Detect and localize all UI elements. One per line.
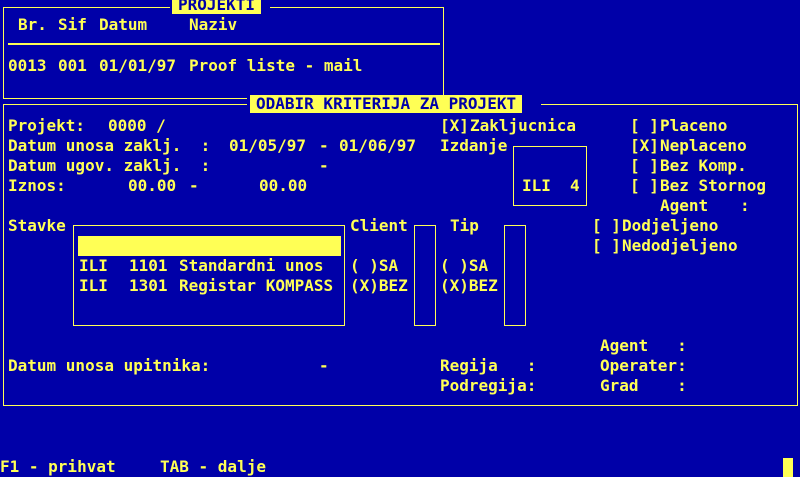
bez-stornog-label: Bez Stornog: [660, 176, 766, 195]
datum-ugov-dash: -: [319, 156, 329, 175]
iznos-label: Iznos:: [8, 176, 66, 195]
dodjeljeno-label: Dodjeljeno: [622, 216, 719, 235]
criteria-panel-title: ODABIR KRITERIJA ZA PROJEKT: [250, 95, 523, 113]
izdanje-value: 4: [570, 176, 580, 195]
bez-komp-label: Bez Komp.: [660, 156, 747, 175]
row-br: 0013: [8, 56, 47, 75]
iznos-to-field[interactable]: 00.00: [259, 176, 307, 196]
datum-upitnika-dash: -: [319, 356, 329, 375]
izdanje-mode: ILI: [522, 176, 551, 195]
dodjeljeno-mark: [ ]: [592, 216, 621, 235]
iznos-dash: -: [189, 176, 199, 195]
datum-unosa-to-field[interactable]: 01/06/97: [339, 136, 416, 156]
header-underline: [8, 43, 440, 45]
row-naziv: Proof liste - mail: [189, 56, 363, 75]
stavka-mode: ILI: [79, 256, 108, 275]
nedodjeljeno-mark: [ ]: [592, 236, 621, 255]
column-header-br: Br.: [18, 15, 47, 34]
tip-list[interactable]: [504, 225, 526, 326]
stavka-code: 1101: [129, 256, 168, 275]
projects-panel-title: PROJEKTI: [172, 0, 262, 14]
tip-option-bez[interactable]: (X)BEZ: [440, 276, 498, 296]
stavka-name: Standardni unos: [179, 256, 324, 275]
grad-label: Grad :: [600, 376, 687, 395]
podregija-label: Podregija:: [440, 376, 537, 395]
client-option-bez[interactable]: (X)BEZ: [350, 276, 408, 296]
text-cursor: [783, 458, 793, 477]
tip-label: Tip: [450, 216, 479, 235]
placeno-mark: [ ]: [630, 116, 659, 135]
iznos-from-field[interactable]: 00.00: [128, 176, 176, 196]
row-datum: 01/01/97: [99, 56, 177, 75]
datum-ugov-label: Datum ugov. zaklj. :: [8, 156, 211, 175]
agent-top-label: Agent: [660, 196, 709, 215]
client-label: Client: [350, 216, 408, 235]
client-list[interactable]: [414, 225, 436, 326]
agent-label: Agent :: [600, 336, 687, 355]
projekt-label: Projekt:: [8, 116, 86, 135]
neplaceno-label: Neplaceno: [660, 136, 747, 155]
bez-stornog-mark: [ ]: [630, 176, 659, 195]
regija-label: Regija :: [440, 356, 537, 375]
f1-accept-hint[interactable]: F1 - prihvat: [0, 457, 116, 477]
column-header-naziv: Naziv: [189, 15, 238, 34]
projekt-field[interactable]: 0000 /: [108, 116, 166, 136]
stavka-name: Registar KOMPASS: [179, 276, 334, 295]
neplaceno-mark: [X]: [630, 136, 659, 155]
stavke-label: Stavke: [8, 216, 66, 235]
stavka-mode: ILI: [79, 276, 108, 295]
column-header-datum: Datum: [99, 15, 148, 34]
tab-next-hint[interactable]: TAB - dalje: [160, 457, 266, 477]
datum-unosa-label: Datum unosa zaklj. :: [8, 136, 211, 155]
column-header-sif: Sif: [58, 15, 87, 34]
zakljucnica-mark: [X]: [440, 116, 469, 135]
bez-komp-mark: [ ]: [630, 156, 659, 175]
agent-top-colon: :: [740, 196, 750, 215]
zakljucnica-label: Zakljucnica: [470, 116, 576, 135]
datum-unosa-dash: -: [319, 136, 329, 155]
stavke-selected-row[interactable]: [78, 236, 341, 256]
row-sif: 001: [58, 56, 87, 75]
stavka-code: 1301: [129, 276, 168, 295]
izdanje-label: Izdanje: [440, 136, 508, 155]
operater-label: Operater:: [600, 356, 687, 375]
nedodjeljeno-label: Nedodjeljeno: [622, 236, 738, 255]
datum-unosa-from-field[interactable]: 01/05/97: [229, 136, 306, 156]
placeno-label: Placeno: [660, 116, 728, 135]
datum-upitnika-label: Datum unosa upitnika:: [8, 356, 211, 375]
tip-option-sa[interactable]: ( )SA: [440, 256, 488, 276]
client-option-sa[interactable]: ( )SA: [350, 256, 398, 276]
